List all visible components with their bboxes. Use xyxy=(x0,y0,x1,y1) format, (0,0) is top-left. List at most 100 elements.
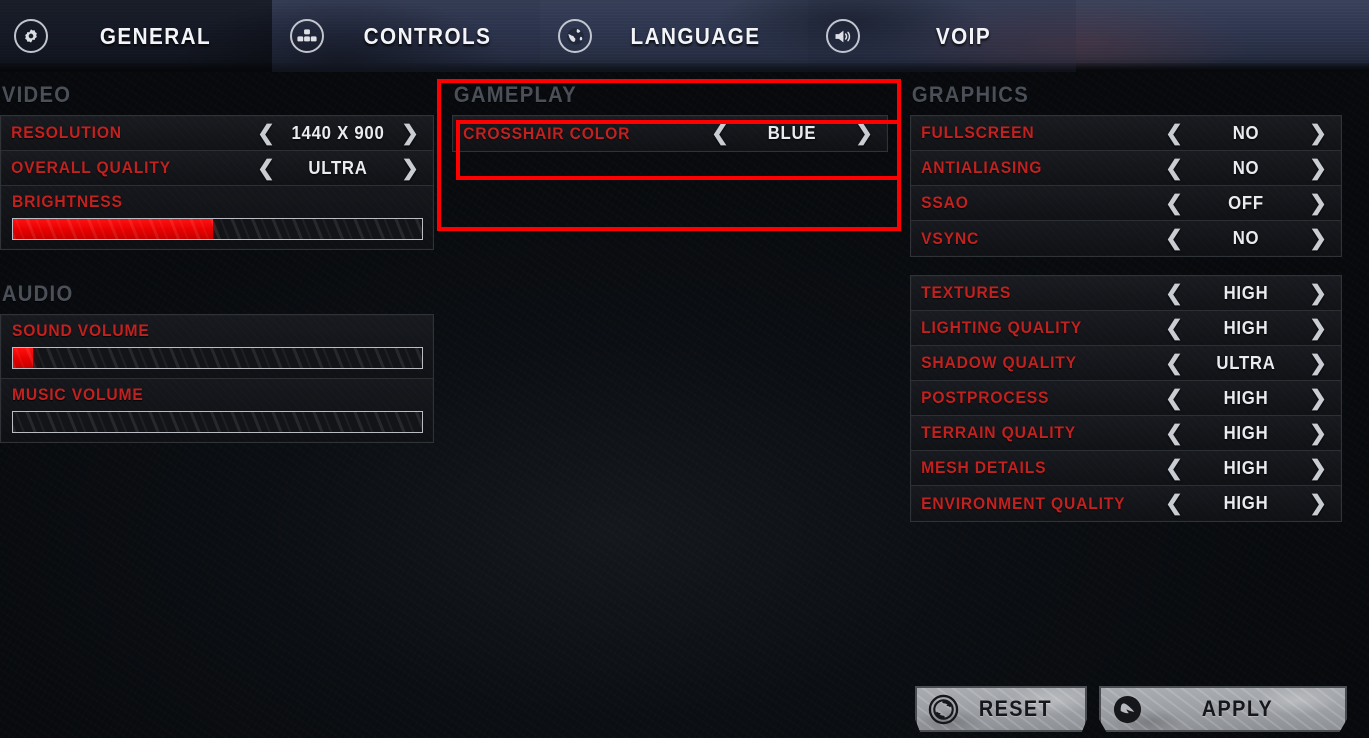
setting-label-lighting-quality: LIGHTING QUALITY xyxy=(921,318,1083,337)
setting-control-crosshair-color: ❮ BLUE ❯ xyxy=(707,123,887,144)
setting-control-fullscreen: ❮ NO ❯ xyxy=(1161,123,1341,144)
chevron-left-icon[interactable]: ❮ xyxy=(1161,283,1187,304)
chevron-left-icon[interactable]: ❮ xyxy=(1161,228,1187,249)
setting-value-terrain-quality: HIGH xyxy=(1223,422,1269,443)
setting-value-overall-quality: ULTRA xyxy=(308,157,368,178)
chevron-right-icon[interactable]: ❯ xyxy=(851,123,877,144)
setting-row-shadow-quality[interactable]: SHADOW QUALITY ❮ ULTRA ❯ xyxy=(911,346,1341,381)
chevron-right-icon[interactable]: ❯ xyxy=(1305,423,1331,444)
brightness-slider[interactable] xyxy=(12,218,423,240)
action-button-bar: RESET APPLY xyxy=(915,686,1347,732)
setting-label-antialiasing: ANTIALIASING xyxy=(921,158,1043,177)
chevron-right-icon[interactable]: ❯ xyxy=(1305,493,1331,514)
brightness-slider-fill xyxy=(13,219,214,239)
sound-volume-slider[interactable] xyxy=(12,347,423,369)
graphics-display-group: FULLSCREEN ❮ NO ❯ ANTIALIASING ❮ NO ❯ SS… xyxy=(910,115,1342,257)
setting-control-overall-quality: ❮ ULTRA ❯ xyxy=(253,158,433,179)
chevron-left-icon[interactable]: ❮ xyxy=(1161,353,1187,374)
setting-row-textures[interactable]: TEXTURES ❮ HIGH ❯ xyxy=(911,276,1341,311)
setting-row-sound-volume: SOUND VOLUME xyxy=(1,315,433,379)
chevron-left-icon[interactable]: ❮ xyxy=(1161,318,1187,339)
chevron-left-icon[interactable]: ❮ xyxy=(1161,123,1187,144)
setting-row-resolution[interactable]: RESOLUTION ❮ 1440 X 900 ❯ xyxy=(1,116,433,151)
setting-value-ssao: OFF xyxy=(1228,192,1264,213)
right-column: GRAPHICS FULLSCREEN ❮ NO ❯ ANTIALIASING … xyxy=(910,82,1342,522)
setting-control-shadow-quality: ❮ ULTRA ❯ xyxy=(1161,353,1341,374)
setting-row-terrain-quality[interactable]: TERRAIN QUALITY ❮ HIGH ❯ xyxy=(911,416,1341,451)
setting-value-environment-quality: HIGH xyxy=(1223,493,1269,513)
tab-controls[interactable]: CONTROLS xyxy=(272,0,540,72)
chevron-left-icon[interactable]: ❮ xyxy=(1161,493,1187,514)
setting-control-terrain-quality: ❮ HIGH ❯ xyxy=(1161,423,1341,444)
globe-icon xyxy=(558,19,592,53)
setting-control-mesh-details: ❮ HIGH ❯ xyxy=(1161,458,1341,479)
setting-value-resolution: 1440 X 900 xyxy=(291,122,385,143)
setting-label-brightness: BRIGHTNESS xyxy=(12,192,123,211)
setting-row-lighting-quality[interactable]: LIGHTING QUALITY ❮ HIGH ❯ xyxy=(911,311,1341,346)
chevron-right-icon[interactable]: ❯ xyxy=(1305,123,1331,144)
setting-value-lighting-quality: HIGH xyxy=(1223,317,1269,338)
setting-row-overall-quality[interactable]: OVERALL QUALITY ❮ ULTRA ❯ xyxy=(1,151,433,186)
apply-button[interactable]: APPLY xyxy=(1099,686,1347,732)
chevron-right-icon[interactable]: ❯ xyxy=(397,158,423,179)
reset-button-label: RESET xyxy=(978,696,1053,721)
setting-label-terrain-quality: TERRAIN QUALITY xyxy=(921,423,1077,442)
setting-row-vsync[interactable]: VSYNC ❮ NO ❯ xyxy=(911,221,1341,256)
setting-label-ssao: SSAO xyxy=(921,193,969,212)
setting-label-environment-quality: ENVIRONMENT QUALITY xyxy=(921,493,1126,513)
chevron-left-icon[interactable]: ❮ xyxy=(1161,193,1187,214)
apply-button-label: APPLY xyxy=(1201,696,1274,721)
tab-language[interactable]: LANGUAGE xyxy=(540,0,808,72)
chevron-left-icon[interactable]: ❮ xyxy=(1161,388,1187,409)
chevron-left-icon[interactable]: ❮ xyxy=(1161,158,1187,179)
chevron-right-icon[interactable]: ❯ xyxy=(1305,158,1331,179)
chevron-left-icon[interactable]: ❮ xyxy=(253,158,279,179)
chevron-left-icon[interactable]: ❮ xyxy=(1161,423,1187,444)
tab-general[interactable]: GENERAL xyxy=(0,0,272,72)
gameplay-settings-group: CROSSHAIR COLOR ❮ BLUE ❯ xyxy=(452,115,888,152)
chevron-right-icon[interactable]: ❯ xyxy=(1305,318,1331,339)
setting-label-overall-quality: OVERALL QUALITY xyxy=(11,158,171,177)
setting-row-antialiasing[interactable]: ANTIALIASING ❮ NO ❯ xyxy=(911,151,1341,186)
reset-button[interactable]: RESET xyxy=(915,686,1087,732)
refresh-icon xyxy=(927,693,960,726)
chevron-right-icon[interactable]: ❯ xyxy=(1305,193,1331,214)
setting-label-resolution: RESOLUTION xyxy=(11,123,122,142)
setting-value-fullscreen: NO xyxy=(1232,122,1260,143)
keyboard-icon xyxy=(290,19,324,53)
section-title-video: VIDEO xyxy=(1,82,72,107)
setting-value-postprocess: HIGH xyxy=(1223,387,1269,408)
setting-row-ssao[interactable]: SSAO ❮ OFF ❯ xyxy=(911,186,1341,221)
tab-controls-label: CONTROLS xyxy=(363,22,492,49)
setting-label-shadow-quality: SHADOW QUALITY xyxy=(921,353,1077,372)
chevron-left-icon[interactable]: ❮ xyxy=(253,123,279,144)
setting-row-crosshair-color[interactable]: CROSSHAIR COLOR ❮ BLUE ❯ xyxy=(453,116,887,151)
chevron-right-icon[interactable]: ❯ xyxy=(1305,388,1331,409)
setting-control-postprocess: ❮ HIGH ❯ xyxy=(1161,388,1341,409)
setting-label-fullscreen: FULLSCREEN xyxy=(921,123,1035,142)
setting-label-music-volume: MUSIC VOLUME xyxy=(12,385,144,404)
tab-voip[interactable]: VOIP xyxy=(808,0,1076,72)
settings-tab-bar: GENERAL CONTROLS LANGUAGE VOIP xyxy=(0,0,1369,72)
settings-screen: GENERAL CONTROLS LANGUAGE VOIP VIDEO RES… xyxy=(0,0,1369,738)
setting-row-postprocess[interactable]: POSTPROCESS ❮ HIGH ❯ xyxy=(911,381,1341,416)
setting-row-fullscreen[interactable]: FULLSCREEN ❮ NO ❯ xyxy=(911,116,1341,151)
chevron-right-icon[interactable]: ❯ xyxy=(397,123,423,144)
chevron-right-icon[interactable]: ❯ xyxy=(1305,228,1331,249)
setting-control-vsync: ❮ NO ❯ xyxy=(1161,228,1341,249)
setting-row-environment-quality[interactable]: ENVIRONMENT QUALITY ❮ HIGH ❯ xyxy=(911,486,1341,521)
music-volume-slider[interactable] xyxy=(12,411,423,433)
section-title-graphics: GRAPHICS xyxy=(911,82,1029,107)
setting-label-crosshair-color: CROSSHAIR COLOR xyxy=(463,123,631,143)
setting-label-postprocess: POSTPROCESS xyxy=(921,388,1050,407)
chevron-left-icon[interactable]: ❮ xyxy=(707,123,733,144)
chevron-left-icon[interactable]: ❮ xyxy=(1161,458,1187,479)
chevron-right-icon[interactable]: ❯ xyxy=(1305,458,1331,479)
setting-label-vsync: VSYNC xyxy=(921,228,980,248)
chevron-right-icon[interactable]: ❯ xyxy=(1305,283,1331,304)
setting-label-sound-volume: SOUND VOLUME xyxy=(12,321,150,340)
setting-control-ssao: ❮ OFF ❯ xyxy=(1161,193,1341,214)
setting-row-mesh-details[interactable]: MESH DETAILS ❮ HIGH ❯ xyxy=(911,451,1341,486)
chevron-right-icon[interactable]: ❯ xyxy=(1305,353,1331,374)
setting-control-environment-quality: ❮ HIGH ❯ xyxy=(1161,493,1341,514)
